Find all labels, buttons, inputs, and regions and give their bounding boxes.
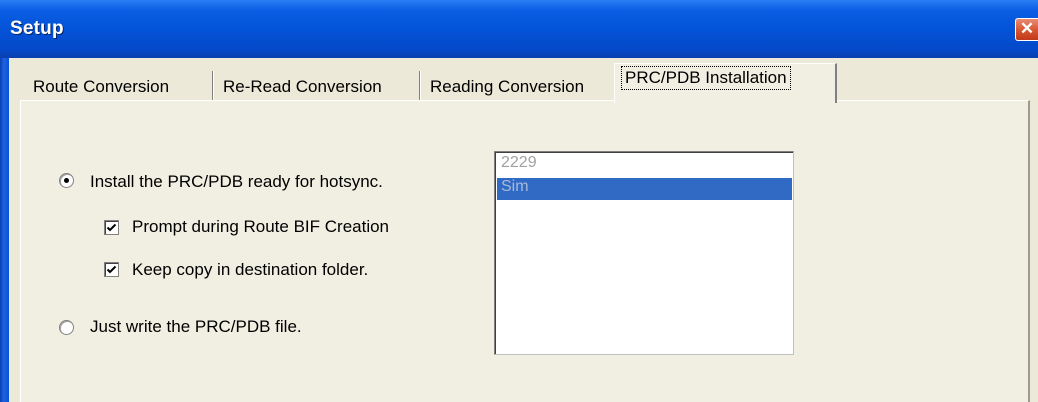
keep-copy-checkbox-label: Keep copy in destination folder. (132, 260, 369, 279)
tab-label: PRC/PDB Installation (621, 66, 791, 90)
title-bar[interactable]: Setup ✕ (0, 0, 1038, 58)
radio-selected-icon (64, 178, 69, 183)
checkmark-icon (106, 223, 117, 232)
window-title: Setup (10, 18, 64, 39)
tab-label: Re-Read Conversion (223, 77, 382, 96)
checkmark-icon (106, 265, 117, 274)
tab-prc-pdb-installation[interactable]: PRC/PDB Installation (614, 63, 837, 103)
tab-divider (419, 71, 420, 102)
window-frame-left (0, 58, 9, 402)
close-icon: ✕ (1019, 19, 1035, 38)
tab-label: Reading Conversion (430, 77, 585, 96)
write-radio[interactable] (59, 320, 74, 335)
user-listbox[interactable]: 2229 Sim (494, 151, 794, 355)
list-item[interactable]: Sim (497, 178, 792, 200)
install-radio-label: Install the PRC/PDB ready for hotsync. (90, 172, 383, 191)
prompt-checkbox-label: Prompt during Route BIF Creation (132, 217, 390, 236)
keep-copy-checkbox[interactable] (104, 262, 119, 277)
install-radio[interactable] (59, 173, 74, 188)
tab-label: Route Conversion (33, 77, 170, 96)
write-radio-label: Just write the PRC/PDB file. (90, 317, 302, 336)
tab-divider (212, 71, 213, 102)
prompt-checkbox[interactable] (104, 220, 119, 235)
close-button[interactable]: ✕ (1015, 18, 1038, 41)
list-item[interactable]: 2229 (497, 154, 792, 176)
